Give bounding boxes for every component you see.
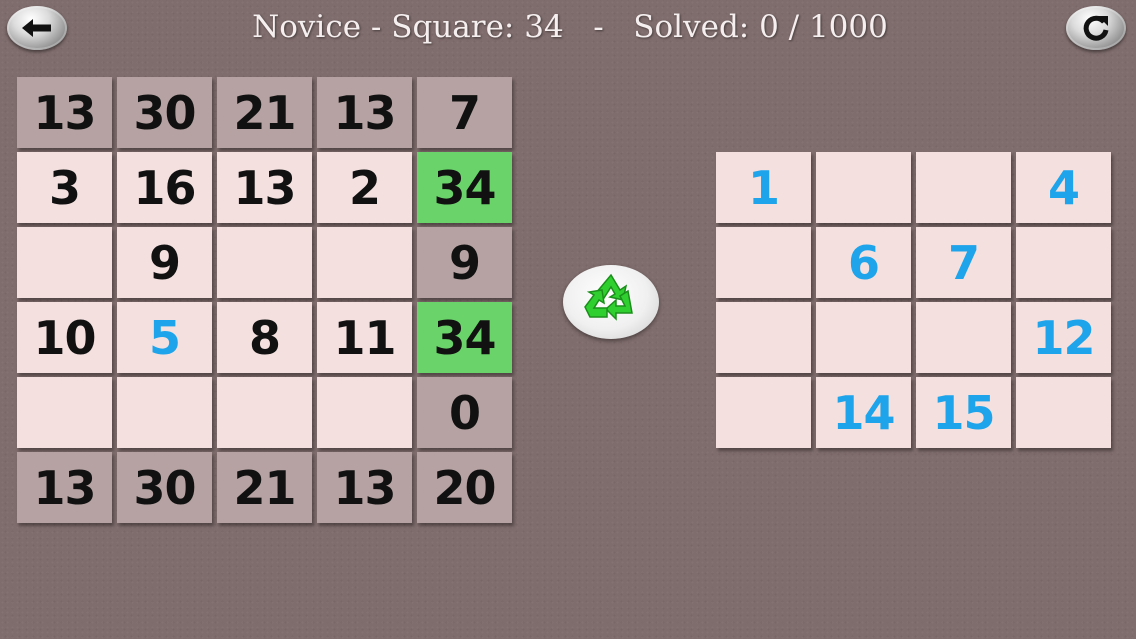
row-sum: 34 [417, 302, 512, 373]
number-tile[interactable]: 15 [916, 377, 1011, 448]
empty-tile-slot[interactable] [1016, 227, 1111, 298]
column-sum-bottom: 20 [417, 452, 512, 523]
empty-tile-slot[interactable] [816, 302, 911, 373]
number-tile[interactable]: 14 [816, 377, 911, 448]
empty-tile-slot[interactable] [716, 227, 811, 298]
column-sum-top: 13 [17, 77, 112, 148]
column-sum-bottom: 30 [117, 452, 212, 523]
board-cell[interactable] [217, 227, 312, 298]
empty-tile-slot[interactable] [916, 302, 1011, 373]
number-tile[interactable]: 4 [1016, 152, 1111, 223]
empty-tile-slot[interactable] [716, 377, 811, 448]
column-sum-bottom: 21 [217, 452, 312, 523]
board-cell[interactable]: 5 [117, 302, 212, 373]
empty-tile-slot[interactable] [816, 152, 911, 223]
board-cell[interactable] [317, 227, 412, 298]
board-cell[interactable]: 16 [117, 152, 212, 223]
board-cell[interactable] [117, 377, 212, 448]
empty-tile-slot[interactable] [916, 152, 1011, 223]
empty-tile-slot[interactable] [1016, 377, 1111, 448]
board-cell[interactable] [17, 377, 112, 448]
column-sum-bottom: 13 [317, 452, 412, 523]
row-sum: 0 [417, 377, 512, 448]
column-sum-top: 7 [417, 77, 512, 148]
board-cell[interactable]: 13 [217, 152, 312, 223]
back-button[interactable] [7, 6, 67, 50]
refresh-icon [1081, 13, 1111, 43]
board-cell[interactable]: 2 [317, 152, 412, 223]
board-cell[interactable] [217, 377, 312, 448]
column-sum-top: 30 [117, 77, 212, 148]
board-cell[interactable]: 11 [317, 302, 412, 373]
number-tile[interactable]: 12 [1016, 302, 1111, 373]
board-cell[interactable]: 10 [17, 302, 112, 373]
number-tray: 1 4 6 7 12 14 15 [716, 152, 1112, 450]
recycle-icon [580, 271, 642, 333]
board-cell[interactable] [317, 377, 412, 448]
board-cell[interactable]: 3 [17, 152, 112, 223]
page-title: Novice - Square: 34 - Solved: 0 / 1000 [252, 9, 888, 45]
puzzle-board: 13 30 21 13 7 3 16 13 2 34 9 9 10 5 8 11 34 0 13 30 21 13 20 [17, 77, 513, 525]
board-cell[interactable] [17, 227, 112, 298]
board-cell[interactable]: 8 [217, 302, 312, 373]
empty-tile-slot[interactable] [716, 302, 811, 373]
restart-button[interactable] [1066, 6, 1126, 50]
number-tile[interactable]: 1 [716, 152, 811, 223]
number-tile[interactable]: 6 [816, 227, 911, 298]
row-sum: 9 [417, 227, 512, 298]
column-sum-top: 21 [217, 77, 312, 148]
row-sum: 34 [417, 152, 512, 223]
column-sum-bottom: 13 [17, 452, 112, 523]
number-tile[interactable]: 7 [916, 227, 1011, 298]
recycle-button[interactable] [563, 265, 659, 339]
column-sum-top: 13 [317, 77, 412, 148]
board-cell[interactable]: 9 [117, 227, 212, 298]
arrow-left-icon [20, 16, 54, 40]
